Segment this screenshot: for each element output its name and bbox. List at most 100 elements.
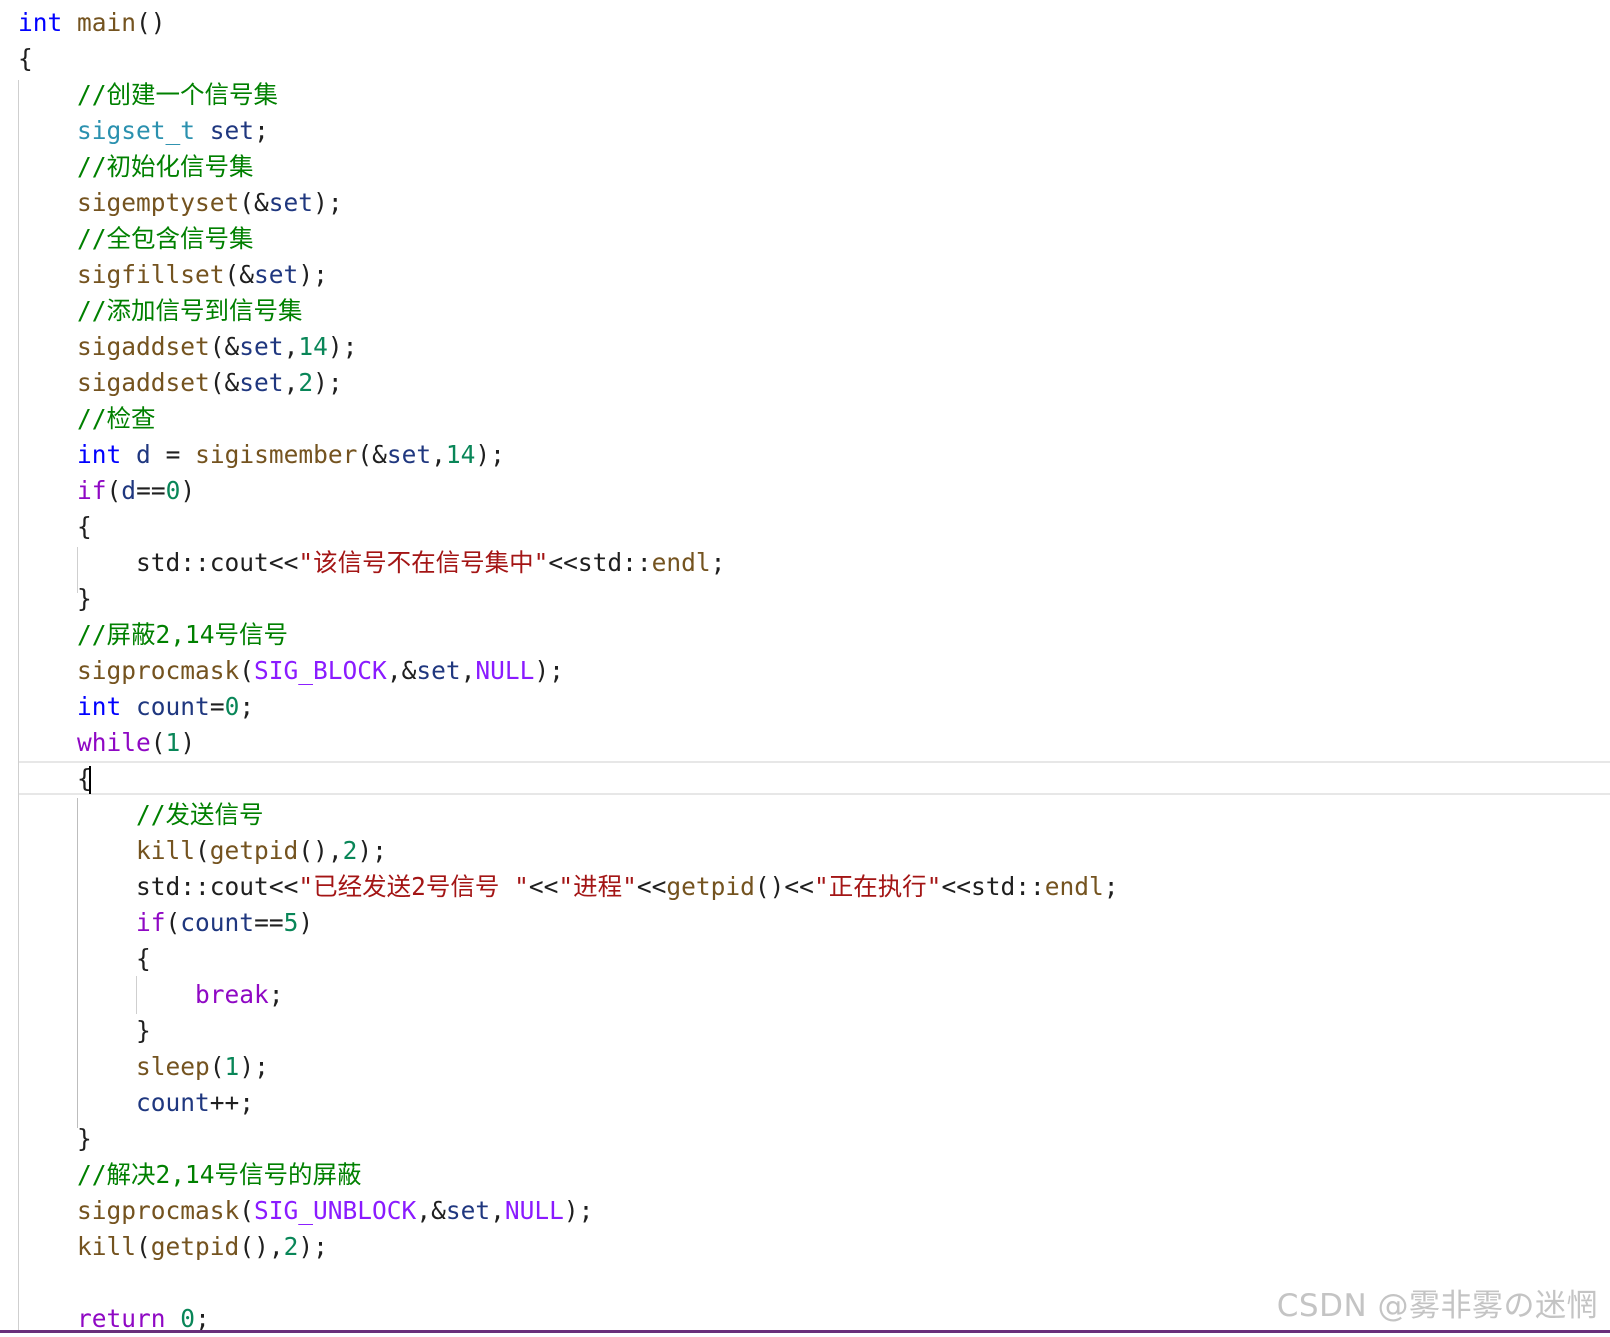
code-token: set xyxy=(268,188,314,217)
code-token: set xyxy=(445,1196,491,1225)
code-line[interactable]: sigprocmask(SIG_UNBLOCK,&set,NULL); xyxy=(18,1193,1610,1229)
code-line[interactable]: sigfillset(&set); xyxy=(18,257,1610,293)
code-line[interactable]: if(d==0) xyxy=(18,473,1610,509)
code-line[interactable]: //发送信号 xyxy=(18,797,1610,833)
code-area[interactable]: int main(){ //创建一个信号集 sigset_t set; //初始… xyxy=(18,5,1610,1337)
code-line[interactable]: //创建一个信号集 xyxy=(18,77,1610,113)
code-token: //创建一个信号集 xyxy=(77,80,279,109)
code-token: ); xyxy=(327,332,358,361)
code-token: << xyxy=(784,872,814,901)
code-token: ); xyxy=(298,260,328,289)
code-token: std xyxy=(577,548,623,577)
code-token: << xyxy=(268,548,299,577)
code-token: ); xyxy=(313,368,343,397)
code-line[interactable]: //屏蔽2,14号信号 xyxy=(18,617,1610,653)
code-token: ); xyxy=(563,1196,594,1225)
code-line[interactable]: kill(getpid(),2); xyxy=(18,1229,1610,1265)
code-token: ( xyxy=(209,1052,225,1081)
code-token: ( xyxy=(136,1232,151,1261)
code-line[interactable]: sigaddset(&set,2); xyxy=(18,365,1610,401)
code-line[interactable]: //添加信号到信号集 xyxy=(18,293,1610,329)
code-token: () xyxy=(136,8,166,37)
code-token: == xyxy=(136,476,166,505)
code-token: ; xyxy=(268,980,284,1009)
code-token: ) xyxy=(180,728,196,757)
code-token: == xyxy=(254,908,284,937)
code-token: ); xyxy=(239,1052,269,1081)
code-line[interactable]: sigset_t set; xyxy=(18,113,1610,149)
code-line[interactable]: int main() xyxy=(18,5,1610,41)
code-token: sigaddset xyxy=(77,368,210,397)
code-line[interactable]: //初始化信号集 xyxy=(18,149,1610,185)
code-token: << xyxy=(548,548,578,577)
code-line[interactable]: sigprocmask(SIG_BLOCK,&set,NULL); xyxy=(18,653,1610,689)
code-line[interactable]: //检查 xyxy=(18,401,1610,437)
code-token: , xyxy=(490,1196,505,1225)
code-line[interactable]: int d = sigismember(&set,14); xyxy=(18,437,1610,473)
code-token: ( xyxy=(165,908,181,937)
code-token: "已经发送2号信号 " xyxy=(298,872,529,901)
text-cursor xyxy=(89,766,91,794)
code-line[interactable]: sigemptyset(&set); xyxy=(18,185,1610,221)
code-token: (& xyxy=(209,332,240,361)
code-token: ) xyxy=(180,476,196,505)
code-token: getpid xyxy=(150,1232,240,1261)
code-token: = xyxy=(150,440,196,469)
code-token: (& xyxy=(357,440,387,469)
code-token: set xyxy=(239,332,284,361)
code-token: ( xyxy=(239,656,255,685)
code-token: sigprocmask xyxy=(77,1196,240,1225)
code-line[interactable]: std::cout<<"已经发送2号信号 "<<"进程"<<getpid()<<… xyxy=(18,869,1610,905)
code-line[interactable]: while(1) xyxy=(18,725,1610,761)
code-line[interactable]: //全包含信号集 xyxy=(18,221,1610,257)
code-token: ; xyxy=(710,548,726,577)
code-editor[interactable]: int main(){ //创建一个信号集 sigset_t set; //初始… xyxy=(0,0,1610,1333)
code-token: d xyxy=(136,440,151,469)
code-line[interactable]: std::cout<<"该信号不在信号集中"<<std::endl; xyxy=(18,545,1610,581)
code-token: << xyxy=(528,872,559,901)
code-line[interactable]: { xyxy=(18,941,1610,977)
code-token: { xyxy=(77,512,92,541)
code-line[interactable]: count++; xyxy=(18,1085,1610,1121)
code-line[interactable]: { xyxy=(18,761,1610,797)
code-token: 14 xyxy=(298,332,328,361)
code-line[interactable]: } xyxy=(18,1013,1610,1049)
code-token: kill xyxy=(77,1232,137,1261)
code-line[interactable]: int count=0; xyxy=(18,689,1610,725)
code-line[interactable]: sleep(1); xyxy=(18,1049,1610,1085)
code-token: sigset_t xyxy=(77,116,196,145)
code-token: ) xyxy=(298,908,314,937)
code-token: //检查 xyxy=(77,404,156,433)
code-line[interactable]: if(count==5) xyxy=(18,905,1610,941)
code-token: SIG_UNBLOCK xyxy=(254,1196,417,1225)
code-line[interactable]: } xyxy=(18,1121,1610,1157)
code-token: () xyxy=(754,872,785,901)
code-line[interactable]: { xyxy=(18,41,1610,77)
code-line[interactable]: break; xyxy=(18,977,1610,1013)
code-line[interactable]: } xyxy=(18,581,1610,617)
code-token: ( xyxy=(239,1196,255,1225)
code-token: d xyxy=(121,476,137,505)
code-token: int xyxy=(77,440,122,469)
code-token: ( xyxy=(195,836,210,865)
code-token: count xyxy=(180,908,255,937)
code-line[interactable]: { xyxy=(18,509,1610,545)
code-token: } xyxy=(77,584,92,613)
code-token: break xyxy=(195,980,269,1009)
code-token: sigfillset xyxy=(77,260,225,289)
code-line[interactable]: //解决2,14号信号的屏蔽 xyxy=(18,1157,1610,1193)
code-token: ; xyxy=(195,1304,210,1333)
code-token: << xyxy=(941,872,971,901)
code-token: count xyxy=(136,1088,210,1117)
code-line[interactable]: kill(getpid(),2); xyxy=(18,833,1610,869)
code-line[interactable]: sigaddset(&set,14); xyxy=(18,329,1610,365)
